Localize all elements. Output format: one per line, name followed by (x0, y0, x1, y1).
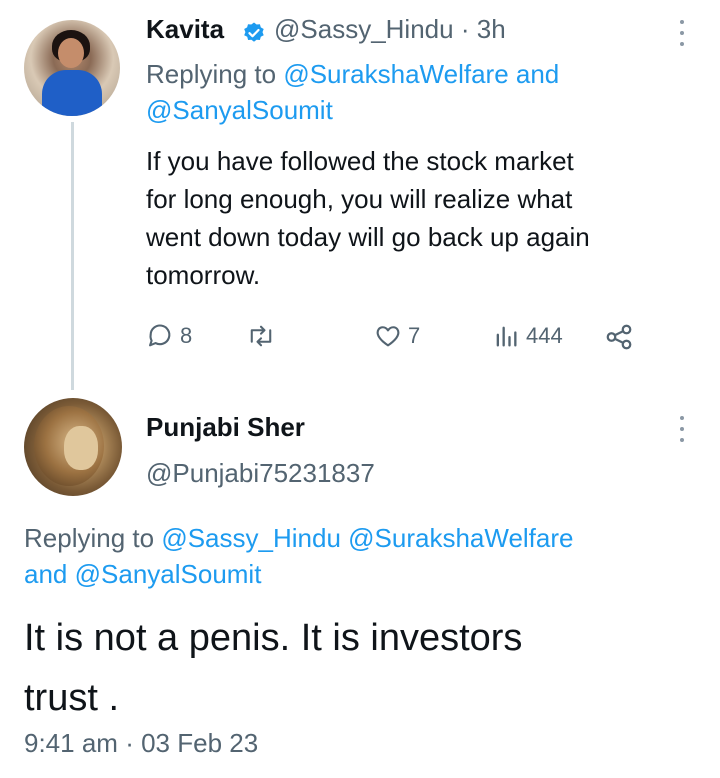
views-button[interactable]: 444 (492, 322, 563, 350)
retweet-button[interactable] (246, 322, 276, 350)
thread-connector-line (71, 122, 74, 390)
like-count: 7 (408, 323, 421, 348)
mention-and-label: and (515, 59, 560, 89)
separator-dot: · (125, 728, 134, 758)
views-chart-icon (496, 326, 517, 347)
more-options-icon[interactable] (678, 416, 686, 442)
mention-link[interactable]: @SanyalSoumit (75, 559, 262, 589)
view-count: 444 (526, 323, 563, 348)
author-handle[interactable]: @Sassy_Hindu · 3h (274, 14, 506, 45)
retweet-icon (250, 325, 272, 347)
replying-to-label: Replying to (24, 523, 155, 553)
share-icon (606, 324, 632, 350)
mention-link[interactable]: @Sassy_Hindu (161, 523, 341, 553)
replying-to-line: Replying to @Sassy_Hindu @SurakshaWelfar… (24, 520, 704, 592)
avatar[interactable] (24, 20, 120, 116)
timestamp-date: 03 Feb 23 (141, 728, 259, 758)
mention-link[interactable]: @SurakshaWelfare (283, 59, 508, 89)
tweet-body-text: If you have followed the stock market fo… (146, 146, 590, 290)
reply-count: 8 (180, 323, 193, 348)
handle-text: @Sassy_Hindu (274, 14, 454, 44)
more-options-icon[interactable] (678, 20, 686, 46)
heart-icon (376, 326, 400, 347)
reply-button[interactable]: 8 (146, 322, 192, 350)
author-handle[interactable]: @Punjabi75231837 (146, 458, 375, 489)
verified-badge-icon (244, 22, 264, 42)
mention-link[interactable]: @SurakshaWelfare (348, 523, 573, 553)
mention-link[interactable]: @SanyalSoumit (146, 95, 333, 125)
replying-to-label: Replying to (146, 59, 277, 89)
share-button[interactable] (604, 322, 634, 352)
author-name[interactable]: Punjabi Sher (146, 412, 305, 443)
avatar[interactable] (24, 398, 122, 496)
avatar-dress (42, 70, 102, 116)
avatar-lion-face (64, 426, 98, 470)
tweet-timestamp[interactable]: 9:41 am · 03 Feb 23 (24, 728, 258, 759)
tweet-body-text: It is not a penis. It is investors trust… (24, 617, 523, 719)
separator-dot: · (460, 14, 470, 44)
like-button[interactable]: 7 (374, 322, 420, 350)
author-name[interactable]: Kavita (146, 14, 224, 45)
replying-to-line: Replying to @SurakshaWelfare and @Sanyal… (146, 56, 666, 128)
reply-icon (149, 324, 171, 347)
mention-and-label: and (24, 559, 68, 589)
timestamp-time: 9:41 am (24, 728, 118, 758)
avatar-face (58, 38, 84, 68)
relative-time[interactable]: 3h (477, 14, 506, 44)
